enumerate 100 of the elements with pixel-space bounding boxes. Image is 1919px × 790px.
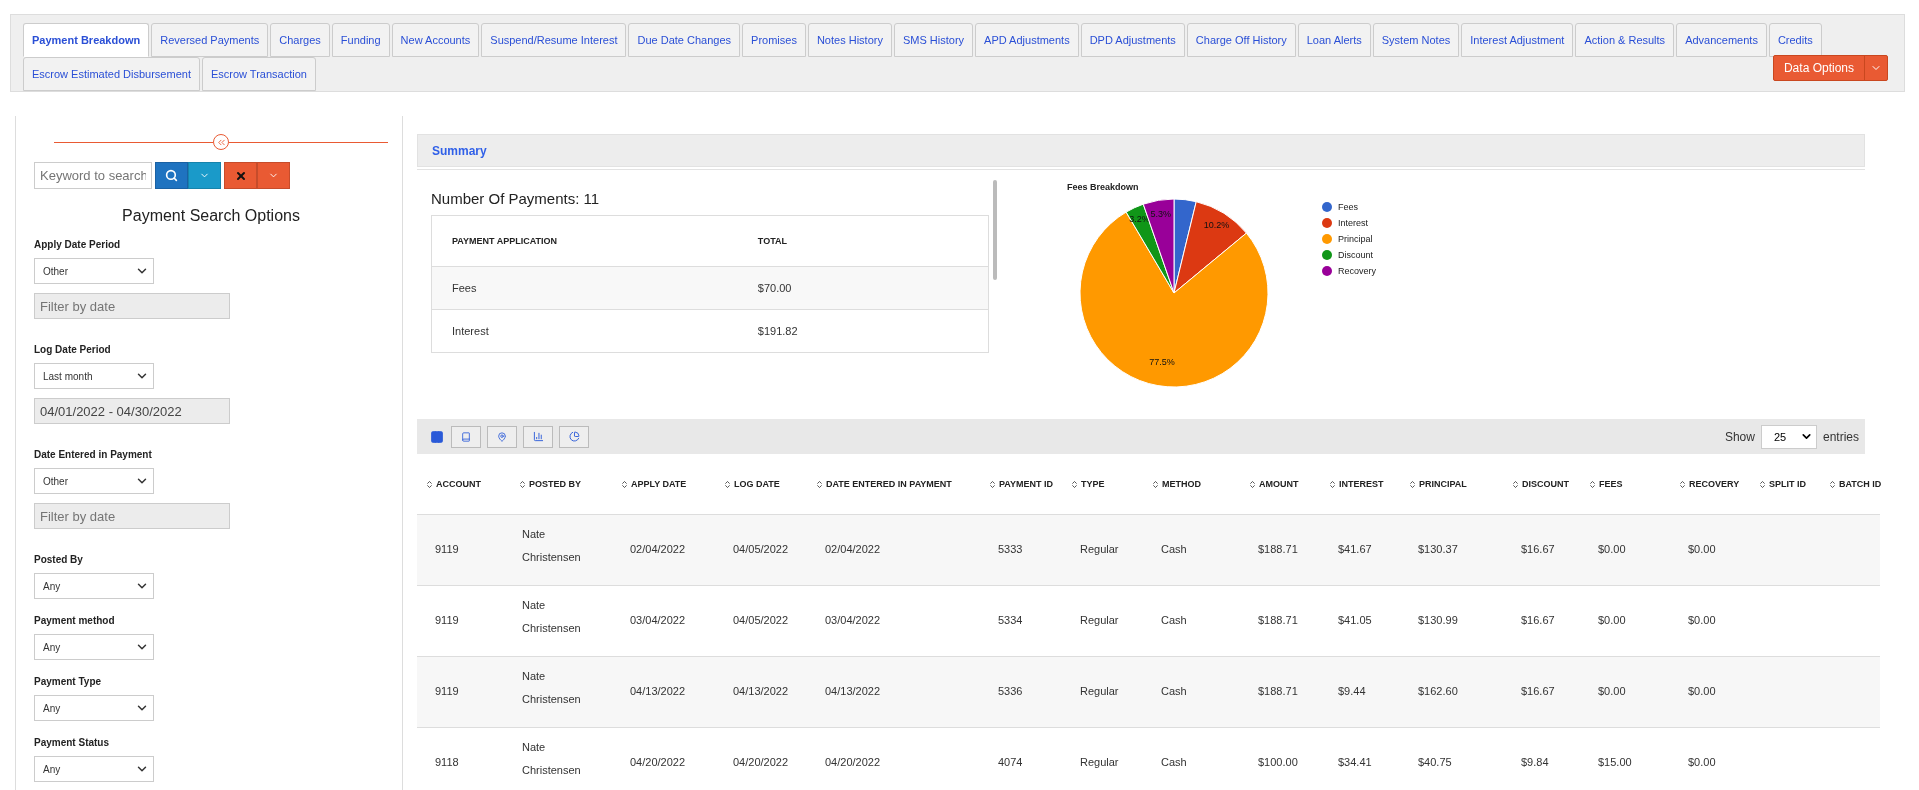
column-header[interactable]: LOG DATE [715,456,807,514]
table-cell: $130.37 [1400,514,1503,585]
tab[interactable]: Promises [742,23,806,57]
table-cell: 04/13/2022 [612,656,715,727]
table-cell: Cash [1143,585,1240,656]
summary-title: Summary [432,143,487,158]
column-header[interactable]: POSTED BY [510,456,612,514]
table-cell: Regular [1062,656,1143,727]
table-cell: 5334 [980,585,1062,656]
column-header: PAYMENT APPLICATION [431,215,738,267]
tab[interactable]: Escrow Estimated Disbursement [23,57,200,91]
collapse-button[interactable] [213,134,229,150]
column-header[interactable]: FEES [1580,456,1670,514]
table-cell: 04/05/2022 [715,514,807,585]
column-header[interactable]: DATE ENTERED IN PAYMENT [807,456,980,514]
tab[interactable]: Reversed Payments [151,23,269,57]
table-cell: $16.67 [1503,585,1580,656]
column-header[interactable]: BATCH ID [1820,456,1880,514]
sort-icon [1408,479,1417,489]
table-cell: $162.60 [1400,656,1503,727]
legend-dot [1322,250,1332,260]
column-header[interactable]: DISCOUNT [1503,456,1580,514]
map-pin-icon [497,431,507,442]
filter-label: Date Entered in Payment [34,449,153,460]
table-cell: 03/04/2022 [612,585,715,656]
tab[interactable]: Payment Breakdown [23,23,150,57]
page-size-select[interactable]: 25 [1760,424,1817,449]
date-field[interactable]: Filter by date [34,503,230,529]
tab[interactable]: Advancements [1676,23,1767,57]
table-cell: 02/04/2022 [612,514,715,585]
chart-title: Fees Breakdown [1067,182,1139,192]
select-field[interactable]: Any [34,756,154,782]
column-header[interactable]: METHOD [1143,456,1240,514]
tab[interactable]: New Accounts [391,23,480,57]
book-button[interactable] [451,425,481,448]
table-cell: 04/13/2022 [807,656,980,727]
table-cell: $0.00 [1670,585,1750,656]
column-header[interactable]: AMOUNT [1240,456,1320,514]
column-header[interactable]: ACCOUNT [417,456,510,514]
clear-button[interactable] [224,162,257,189]
sort-icon [1588,479,1597,489]
select-field[interactable]: Any [34,634,154,660]
show-label: Show [1724,429,1755,444]
bar-chart-button[interactable] [523,425,553,448]
table-cell: 5336 [980,656,1062,727]
tab[interactable]: DPD Adjustments [1080,23,1185,57]
tab[interactable]: Suspend/Resume Interest [481,23,627,57]
column-header[interactable]: APPLY DATE [612,456,715,514]
tab[interactable]: Interest Adjustment [1461,23,1574,57]
legend-dot [1322,218,1332,228]
column-header[interactable]: PRINCIPAL [1400,456,1503,514]
table-cell: 5333 [980,514,1062,585]
legend-dot [1322,202,1332,212]
data-options-button[interactable]: Data Options [1773,56,1864,80]
select-field[interactable]: Other [34,258,154,284]
table-cell: 9119 [417,656,510,727]
table-cell: $70.00 [737,266,989,310]
payment-count: Number Of Payments: 11 [431,190,601,207]
date-field[interactable]: 04/01/2022 - 04/30/2022 [34,398,230,424]
column-header[interactable]: INTEREST [1320,456,1400,514]
select-field[interactable]: Any [34,573,154,599]
select-field[interactable]: Other [34,468,154,494]
tab[interactable]: Action & Results [1575,23,1675,57]
tab[interactable]: SMS History [893,23,974,57]
table-cell: Fees [431,266,738,310]
date-field[interactable]: Filter by date [34,293,230,319]
select-field[interactable]: Last month [34,363,154,389]
table-cell: Regular [1062,585,1143,656]
table-cell: 03/04/2022 [807,585,980,656]
tab[interactable]: Due Date Changes [628,23,741,57]
sort-icon [1828,479,1837,489]
legend-label: Principal [1338,234,1373,244]
column-header[interactable]: RECOVERY [1670,456,1750,514]
sort-icon [1678,479,1687,489]
column-header[interactable]: PAYMENT ID [980,456,1062,514]
table-cell: $188.71 [1240,585,1320,656]
pin-button[interactable] [487,425,517,448]
tab[interactable]: Loan Alerts [1297,23,1371,57]
table-cell: Nate Christensen [510,514,612,585]
slice-label: 77.5% [1149,356,1175,367]
pie-chart-button[interactable] [559,425,589,448]
tab[interactable]: Charges [270,23,330,57]
tab[interactable]: Notes History [807,23,892,57]
search-button[interactable] [155,162,188,189]
sort-icon [1151,479,1160,489]
bar-chart-icon [532,431,544,442]
tab[interactable]: Credits [1768,23,1822,57]
select-field[interactable]: Any [34,695,154,721]
tab[interactable]: Charge Off History [1186,23,1296,57]
column-header[interactable]: SPLIT ID [1750,456,1820,514]
column-header[interactable]: TYPE [1062,456,1143,514]
table-cell: $0.00 [1670,514,1750,585]
table-cell: $16.67 [1503,656,1580,727]
tab[interactable]: System Notes [1372,23,1460,57]
table-cell: $0.00 [1580,514,1670,585]
tab[interactable]: Escrow Transaction [201,57,316,91]
search-field[interactable]: Keyword to search [34,162,152,189]
tab[interactable]: Funding [331,23,390,57]
table-cell: Cash [1143,514,1240,585]
tab[interactable]: APD Adjustments [975,23,1079,57]
